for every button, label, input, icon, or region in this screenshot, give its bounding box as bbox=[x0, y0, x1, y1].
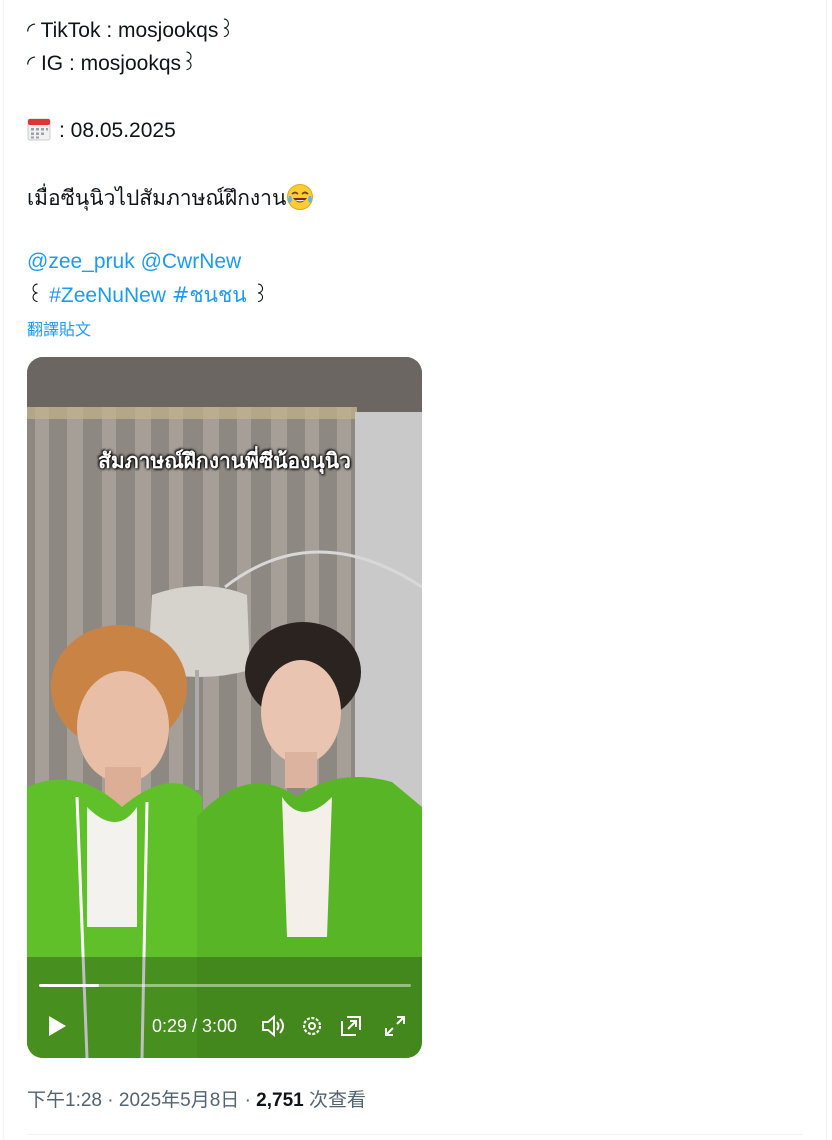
play-icon[interactable] bbox=[43, 1013, 69, 1039]
video-player[interactable]: สัมภาษณ์ฝึกงานพี่ซีน้องนุนิว 0:29 / 3:00 bbox=[27, 357, 422, 1058]
volume-icon[interactable] bbox=[260, 1013, 286, 1039]
ig-line: ◜ IG : mosjookqs꒱ bbox=[27, 52, 198, 75]
tears-of-joy-emoji bbox=[287, 184, 314, 210]
video-progress-fill bbox=[39, 984, 99, 987]
calendar-icon bbox=[27, 118, 51, 141]
meta-separator: · bbox=[244, 1090, 251, 1111]
tweet-time[interactable]: 下午1:28 bbox=[27, 1090, 102, 1111]
video-progress-bar[interactable] bbox=[39, 984, 411, 987]
mentions-line: @zee_pruk @CwrNew bbox=[27, 249, 241, 275]
video-time: 0:29 / 3:00 bbox=[152, 1016, 238, 1036]
tweet-meta: 下午1:28 · 2025年5月8日 · 2,751 次查看 bbox=[27, 1085, 366, 1112]
hashtag-zeenunew[interactable]: #ZeeNuNew bbox=[49, 284, 166, 307]
tweet-date[interactable]: 2025年5月8日 bbox=[119, 1090, 239, 1111]
hashtag-chonchon[interactable]: #ชนชน bbox=[172, 283, 247, 307]
translate-post-link[interactable]: 翻譯貼文 bbox=[27, 316, 91, 340]
hashtag-prefix: ꒰ bbox=[27, 284, 44, 307]
caption-text: เมื่อซีนุนิวไปสัมภาษณ์ฝึกงาน bbox=[27, 186, 287, 210]
hashtag-suffix: ꒱ bbox=[252, 284, 269, 307]
date-text: : 08.05.2025 bbox=[59, 119, 176, 142]
video-controls: 0:29 / 3:00 bbox=[27, 1007, 422, 1047]
views-count: 2,751 bbox=[256, 1090, 304, 1111]
mention-cwrnew[interactable]: @CwrNew bbox=[141, 250, 242, 273]
fullscreen-icon[interactable] bbox=[382, 1013, 408, 1039]
timeline-border-right bbox=[826, 0, 827, 1140]
settings-icon[interactable] bbox=[299, 1013, 325, 1039]
video-overlay-caption: สัมภาษณ์ฝึกงานพี่ซีน้องนุนิว bbox=[98, 449, 351, 473]
pip-icon[interactable] bbox=[338, 1013, 364, 1039]
timeline-border-left bbox=[3, 0, 4, 1140]
mention-zee-pruk[interactable]: @zee_pruk bbox=[27, 250, 135, 273]
date-line: : 08.05.2025 bbox=[27, 117, 176, 144]
views-label: 次查看 bbox=[309, 1090, 367, 1111]
caption-line: เมื่อซีนุนิวไปสัมภาษณ์ฝึกงาน bbox=[27, 183, 314, 211]
meta-separator: · bbox=[107, 1090, 114, 1111]
tiktok-line: ◜ TikTok : mosjookqs꒱ bbox=[27, 19, 235, 42]
divider bbox=[27, 1134, 803, 1135]
hashtags-line: ꒰ #ZeeNuNew #ชนชน ꒱ bbox=[27, 282, 269, 309]
